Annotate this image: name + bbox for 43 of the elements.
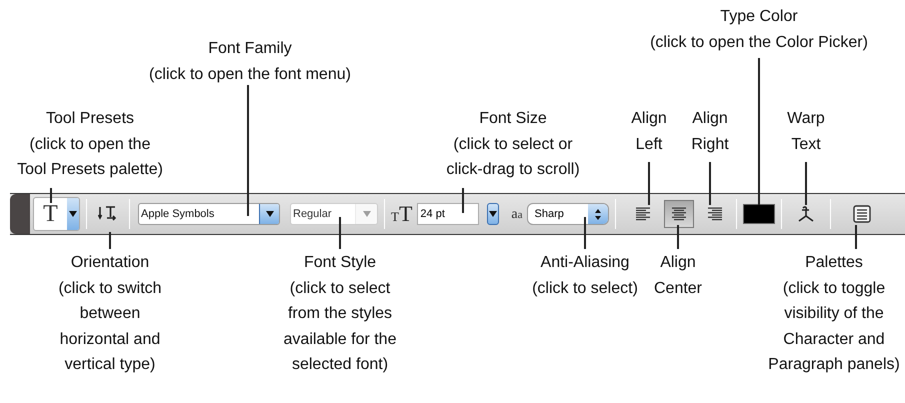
color-swatch[interactable] xyxy=(742,204,775,224)
callout-label: Tool Presets (click to open the Tool Presets palette) xyxy=(17,109,163,180)
font-family-dropdown[interactable]: Apple Symbols xyxy=(138,203,280,225)
leader-line xyxy=(584,217,586,249)
align-icon xyxy=(706,207,723,221)
caret-icon xyxy=(489,211,498,217)
leader-line xyxy=(109,232,111,249)
tool-preset-label: T xyxy=(42,202,59,226)
leader-line xyxy=(855,225,857,249)
leader-line xyxy=(709,162,711,205)
caret-icon xyxy=(362,211,370,217)
callout-label: Palettes (click to toggle visibility of the Character and Paragraph panels) xyxy=(768,253,900,375)
font-style-dropdown: Regular xyxy=(290,203,378,225)
bar-grip xyxy=(10,194,30,234)
callout-label: Anti-Aliasing (click to select) xyxy=(532,253,638,298)
leader-line xyxy=(50,188,52,203)
caret-icon xyxy=(69,211,77,217)
leader-line xyxy=(339,217,341,249)
palettes-icon[interactable] xyxy=(852,205,871,223)
stepper-arrows-icon xyxy=(588,204,608,224)
callout-label: Align Right xyxy=(691,109,729,154)
align-icon xyxy=(670,207,687,221)
leader-line xyxy=(462,188,464,213)
leader-line xyxy=(648,162,650,205)
warp-text-icon[interactable] xyxy=(796,204,816,224)
anti-aliasing-dropdown[interactable]: Sharp xyxy=(526,203,609,225)
font-size-icon: TT xyxy=(391,203,412,225)
align-icon xyxy=(634,207,651,221)
callout-label: Font Family (click to open the font menu) xyxy=(149,39,351,84)
callout-label: Orientation (click to switch between horizontal and vertical type) xyxy=(58,253,162,375)
align-button[interactable] xyxy=(664,200,694,228)
callout-label: Font Style (click to select from the styles available for the selected font) xyxy=(284,253,396,375)
leader-line xyxy=(677,225,679,249)
callout-label: Type Color (click to open the Color Picker) xyxy=(650,7,868,52)
tool-preset-picker[interactable]: T xyxy=(33,197,80,231)
callout-label: Align Left xyxy=(631,109,667,154)
callout-label: Font Size (click to select or click-drag to scroll) xyxy=(446,109,580,180)
leader-line xyxy=(805,162,807,205)
anti-aliasing-icon: aa xyxy=(511,204,523,224)
font-size-field[interactable]: 24 pt xyxy=(417,203,480,225)
caret-icon xyxy=(266,211,274,217)
callout-label: Warp Text xyxy=(787,109,825,154)
callout-label: Align Center xyxy=(654,253,702,298)
